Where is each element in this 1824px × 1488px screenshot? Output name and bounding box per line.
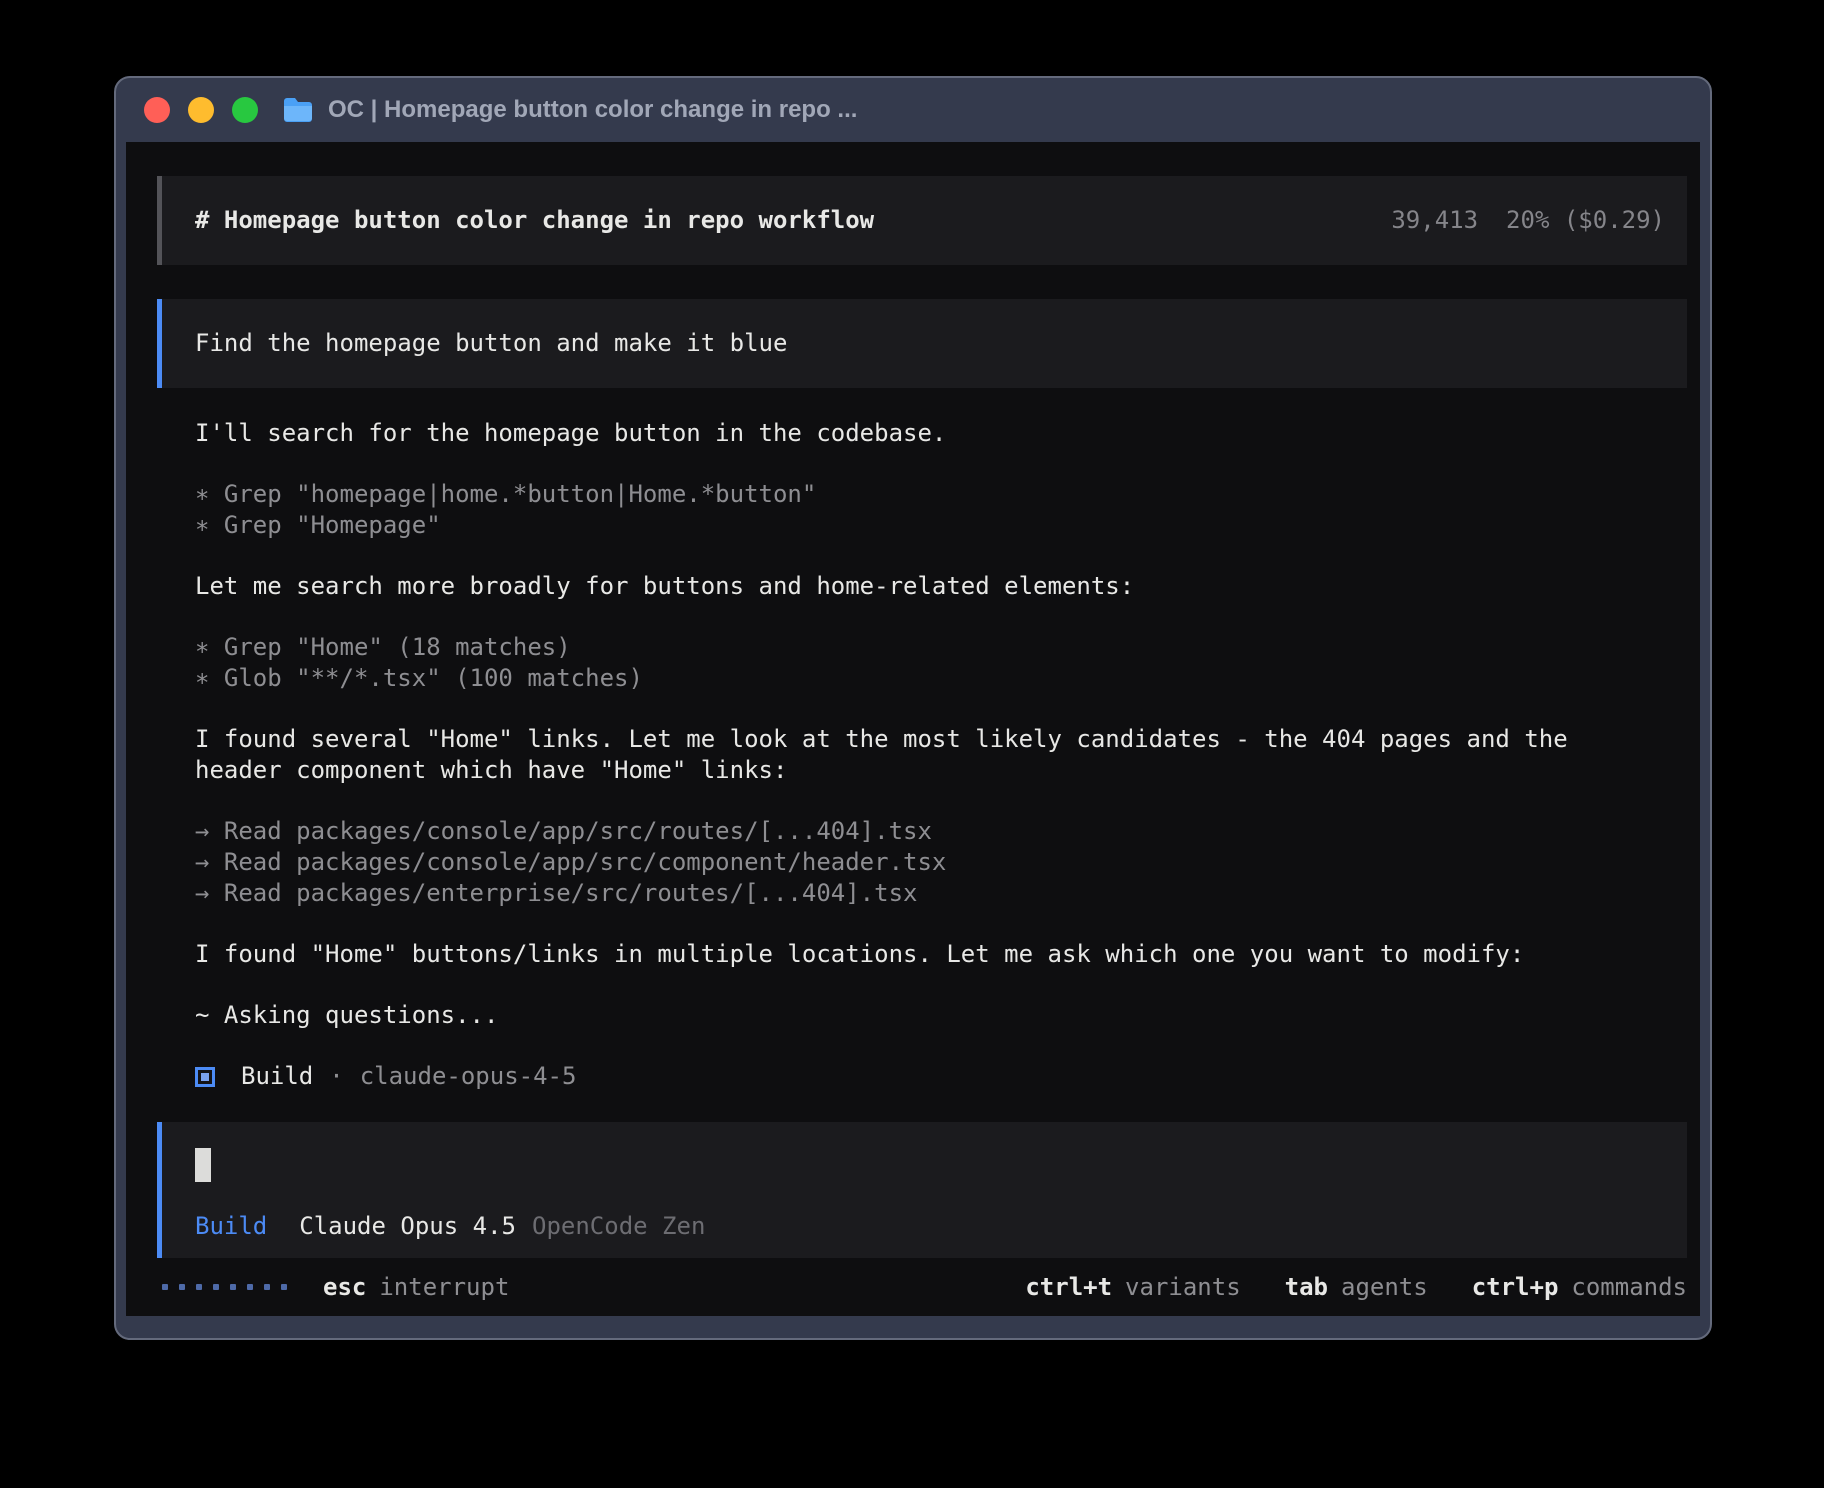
- prompt-input[interactable]: Build Claude Opus 4.5 OpenCode Zen: [157, 1122, 1687, 1258]
- key-ctrl-t: ctrl+t: [1025, 1272, 1112, 1303]
- assistant-text: Let me search more broadly for buttons a…: [195, 571, 1655, 602]
- traffic-lights: [144, 97, 258, 123]
- user-message: Find the homepage button and make it blu…: [157, 299, 1687, 388]
- close-button[interactable]: [144, 97, 170, 123]
- agent-separator: ·: [329, 1061, 343, 1092]
- label-commands: commands: [1571, 1272, 1687, 1303]
- tool-call-grep: ∗ Grep "Homepage": [195, 510, 1655, 541]
- hint-interrupt: esc interrupt: [323, 1272, 509, 1303]
- status-right: ctrl+t variants tab agents ctrl+p comman…: [1025, 1272, 1687, 1303]
- tool-call-read: → Read packages/enterprise/src/routes/[.…: [195, 878, 1655, 909]
- tool-call-glob: ∗ Glob "**/*.tsx" (100 matches): [195, 663, 1655, 694]
- window-titlebar[interactable]: OC | Homepage button color change in rep…: [116, 78, 1710, 142]
- input-provider: OpenCode Zen: [532, 1211, 705, 1242]
- assistant-status: ~ Asking questions...: [195, 1000, 1655, 1031]
- assistant-response: I'll search for the homepage button in t…: [195, 418, 1655, 1031]
- label-interrupt: interrupt: [379, 1272, 509, 1303]
- input-meta: Build Claude Opus 4.5 OpenCode Zen: [195, 1211, 1665, 1242]
- label-agents: agents: [1341, 1272, 1428, 1303]
- agent-model: claude-opus-4-5: [360, 1061, 577, 1092]
- agent-name: Build: [241, 1061, 313, 1092]
- hint-commands: ctrl+p commands: [1472, 1272, 1687, 1303]
- key-ctrl-p: ctrl+p: [1472, 1272, 1559, 1303]
- status-left: esc interrupt: [162, 1272, 509, 1303]
- status-bar: esc interrupt ctrl+t variants tab agents…: [157, 1258, 1687, 1316]
- spinner-dots-icon: [162, 1284, 287, 1290]
- agent-status-row: Build · claude-opus-4-5: [195, 1061, 1687, 1092]
- key-esc: esc: [323, 1272, 366, 1303]
- assistant-text: I found "Home" buttons/links in multiple…: [195, 939, 1655, 970]
- context-usage: 20% ($0.29): [1506, 205, 1665, 236]
- window-title: OC | Homepage button color change in rep…: [328, 96, 857, 124]
- folder-icon: [282, 97, 314, 123]
- minimize-button[interactable]: [188, 97, 214, 123]
- tool-call-read: → Read packages/console/app/src/routes/[…: [195, 816, 1655, 847]
- hint-agents: tab agents: [1285, 1272, 1428, 1303]
- assistant-text: I found several "Home" links. Let me loo…: [195, 724, 1655, 786]
- session-stats: 39,413 20% ($0.29): [1391, 205, 1665, 236]
- user-message-text: Find the homepage button and make it blu…: [195, 328, 787, 359]
- text-cursor: [195, 1148, 211, 1182]
- terminal-window: OC | Homepage button color change in rep…: [114, 76, 1712, 1340]
- label-variants: variants: [1125, 1272, 1241, 1303]
- input-model: Claude Opus 4.5: [299, 1211, 516, 1242]
- input-mode[interactable]: Build: [195, 1211, 267, 1242]
- session-header: # Homepage button color change in repo w…: [157, 176, 1687, 265]
- session-title: # Homepage button color change in repo w…: [195, 205, 874, 236]
- tool-call-grep: ∗ Grep "Home" (18 matches): [195, 632, 1655, 663]
- tool-call-read: → Read packages/console/app/src/componen…: [195, 847, 1655, 878]
- zoom-button[interactable]: [232, 97, 258, 123]
- terminal-content: # Homepage button color change in repo w…: [126, 142, 1700, 1316]
- hint-variants: ctrl+t variants: [1025, 1272, 1240, 1303]
- key-tab: tab: [1285, 1272, 1328, 1303]
- token-count: 39,413: [1391, 205, 1478, 236]
- assistant-text: I'll search for the homepage button in t…: [195, 418, 1655, 449]
- tool-call-grep: ∗ Grep "homepage|home.*button|Home.*butt…: [195, 479, 1655, 510]
- agent-build-icon: [195, 1067, 215, 1087]
